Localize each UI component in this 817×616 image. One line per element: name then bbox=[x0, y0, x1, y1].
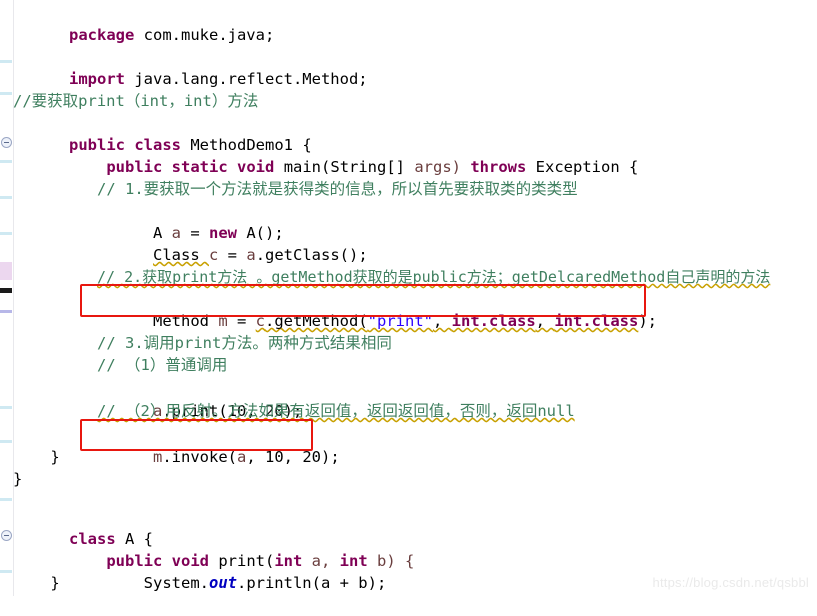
gutter-change-mark bbox=[0, 498, 12, 501]
gutter-change-mark bbox=[0, 262, 12, 280]
string-literal-print: "print" bbox=[367, 312, 433, 330]
gutter-change-mark bbox=[0, 310, 12, 313]
code-line-5-comment: //要获取print（int，int）方法 bbox=[13, 92, 259, 110]
code-line-19-comment: // （2）用反射。方法如果有返回值，返回返回值，否则，返回null bbox=[97, 402, 575, 420]
gutter-change-mark bbox=[0, 288, 12, 293]
code-line-21: } bbox=[13, 448, 60, 466]
method-name-main: main( bbox=[283, 158, 331, 176]
keyword-package: package bbox=[69, 26, 135, 44]
gutter-change-mark bbox=[0, 60, 12, 63]
code-line-13-comment: // 2.获取print方法 。getMethod获取的是public方法；ge… bbox=[97, 268, 771, 286]
param-args: args) bbox=[405, 158, 471, 176]
arg-int-class-2: int.class bbox=[554, 312, 639, 330]
getmethod-call: .getMethod( bbox=[265, 312, 368, 330]
arg-a: a bbox=[237, 448, 247, 466]
keyword-static: static bbox=[171, 158, 228, 176]
println-call: .println(a + b); bbox=[236, 574, 387, 592]
gutter-change-mark bbox=[0, 570, 12, 573]
code-line-20: m.invoke(a, 10, 20); bbox=[97, 424, 340, 490]
code-line-9-comment: // 1.要获取一个方法就是获得类的信息，所以首先要获取类的类类型 bbox=[97, 180, 578, 198]
gutter-change-mark bbox=[0, 196, 12, 199]
gutter-change-mark bbox=[0, 440, 12, 443]
code-line-16-comment: // 3.调用print方法。两种方式结果相同 bbox=[97, 334, 392, 352]
keyword-public: public bbox=[106, 158, 163, 176]
code-editor-surface: package com.muke.java; import java.lang.… bbox=[0, 0, 817, 596]
invoke-args: , 10, 20); bbox=[246, 448, 340, 466]
type-method: Method bbox=[153, 312, 219, 330]
variable-ref-a: a bbox=[246, 246, 256, 264]
variable-ref-m: m bbox=[153, 448, 163, 466]
editor-gutter[interactable] bbox=[0, 0, 14, 596]
code-line-27: } bbox=[13, 574, 60, 592]
variable-ref-c: c bbox=[255, 312, 266, 330]
package-name: com.muke.java; bbox=[134, 26, 275, 44]
assign-operator: = bbox=[218, 246, 247, 264]
variable-m: m bbox=[218, 312, 228, 330]
import-path: java.lang.reflect.Method; bbox=[125, 70, 368, 88]
code-text-area[interactable]: package com.muke.java; import java.lang.… bbox=[13, 0, 817, 596]
fold-collapse-icon-print[interactable] bbox=[1, 530, 12, 541]
invoke-call: .invoke( bbox=[162, 448, 237, 466]
gutter-change-mark bbox=[0, 92, 12, 95]
arg-separator: , bbox=[535, 312, 555, 330]
statement-end: ); bbox=[638, 312, 658, 330]
gutter-change-mark bbox=[0, 406, 12, 409]
code-line-17-comment: // （1）普通调用 bbox=[97, 356, 228, 374]
code-line-22: } bbox=[13, 470, 23, 488]
field-out: out bbox=[208, 574, 237, 592]
assign-operator: = bbox=[227, 312, 256, 330]
type-class-warning: Class bbox=[153, 246, 209, 264]
gutter-change-mark bbox=[0, 160, 12, 163]
keyword-throws: throws bbox=[470, 158, 527, 176]
fold-collapse-icon-main[interactable] bbox=[1, 137, 12, 148]
variable-c: c bbox=[209, 246, 219, 264]
gutter-change-mark bbox=[0, 232, 12, 235]
system-class: System. bbox=[143, 574, 209, 592]
watermark-text: https://blog.csdn.net/qsbbl bbox=[652, 575, 809, 590]
arg-int-class-1: int.class bbox=[451, 312, 536, 330]
getclass-call: .getClass(); bbox=[255, 246, 368, 264]
keyword-void: void bbox=[237, 158, 275, 176]
arg-separator: , bbox=[433, 312, 452, 330]
throws-exception: Exception { bbox=[526, 158, 639, 176]
code-line-26: System.out.println(a + b); bbox=[13, 550, 387, 616]
param-type-string-array: String[] bbox=[330, 158, 406, 176]
keyword-import: import bbox=[69, 70, 125, 88]
